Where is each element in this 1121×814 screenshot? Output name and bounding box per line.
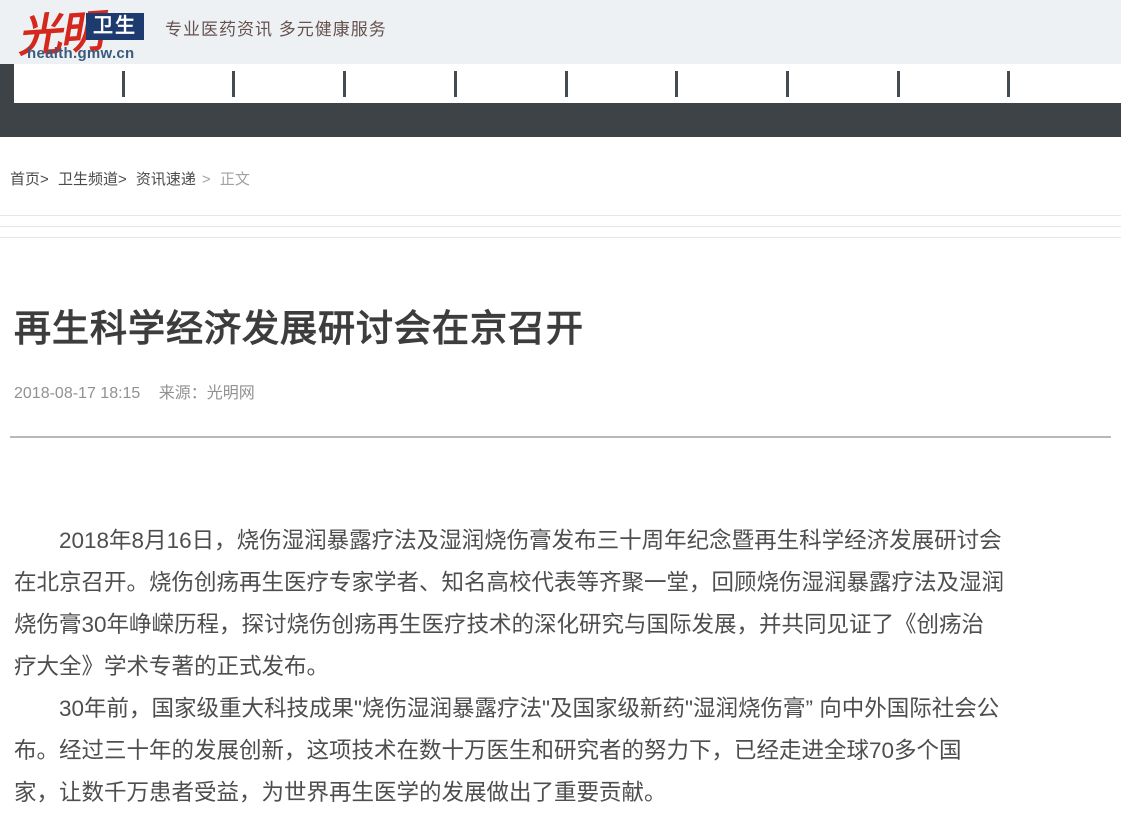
nav-item[interactable] — [346, 64, 457, 103]
nav-bar — [14, 64, 1121, 103]
nav-item[interactable] — [125, 64, 236, 103]
nav-item[interactable] — [1010, 64, 1121, 103]
nav-item[interactable] — [900, 64, 1011, 103]
breadcrumb: 首页> 卫生频道> 资讯速递> 正文 — [0, 137, 1121, 215]
breadcrumb-current-page: 正文 — [220, 171, 250, 188]
site-header: 光明 卫生 health.gmw.cn 专业医药资讯 多元健康服务 — [0, 0, 1121, 64]
site-domain: health.gmw.cn — [27, 45, 135, 62]
nav-item[interactable] — [678, 64, 789, 103]
article-paragraph: 2018年8月16日，烧伤湿润暴露疗法及湿润烧伤膏发布三十周年纪念暨再生科学经济… — [14, 520, 1006, 688]
breadcrumb-home[interactable]: 首页 — [10, 171, 40, 188]
nav-item[interactable] — [457, 64, 568, 103]
article-source: 来源：光明网 — [159, 385, 255, 402]
article-paragraph: 30年前，国家级重大科技成果"烧伤湿润暴露疗法"及国家级新药"湿润烧伤膏” 向中… — [14, 688, 1006, 814]
site-logo[interactable]: 光明 卫生 health.gmw.cn — [17, 2, 162, 62]
divider-line — [0, 215, 1121, 216]
nav-item[interactable] — [235, 64, 346, 103]
page-title: 再生科学经济发展研讨会在京召开 — [14, 305, 1107, 353]
article-header: 再生科学经济发展研讨会在京召开 2018-08-17 18:15 来源：光明网 — [14, 305, 1107, 403]
article-body: 2018年8月16日，烧伤湿润暴露疗法及湿润烧伤膏发布三十周年纪念暨再生科学经济… — [14, 520, 1006, 814]
nav-item[interactable] — [568, 64, 679, 103]
nav-dark-band — [0, 64, 1121, 137]
nav-item[interactable] — [789, 64, 900, 103]
breadcrumb-health-channel[interactable]: 卫生频道 — [58, 171, 118, 188]
health-channel-badge: 卫生 — [86, 13, 144, 40]
divider-line — [0, 237, 1121, 238]
breadcrumb-separator: > — [40, 171, 49, 188]
nav-item[interactable] — [14, 64, 125, 103]
divider-line — [0, 226, 1121, 227]
breadcrumb-separator: > — [202, 171, 211, 188]
breadcrumb-news-express[interactable]: 资讯速递 — [136, 171, 196, 188]
publish-datetime: 2018-08-17 18:15 — [14, 385, 140, 402]
title-divider — [10, 436, 1111, 438]
site-tagline: 专业医药资讯 多元健康服务 — [165, 15, 387, 40]
breadcrumb-separator: > — [118, 171, 127, 188]
article-meta: 2018-08-17 18:15 来源：光明网 — [14, 379, 1107, 403]
